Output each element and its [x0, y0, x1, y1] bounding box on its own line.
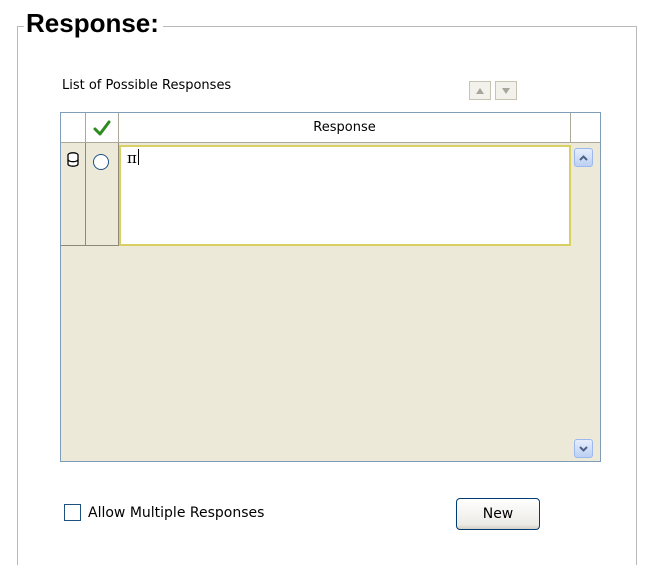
move-down-button[interactable]: [495, 81, 517, 100]
chevron-up-icon: [579, 154, 588, 161]
header-response[interactable]: Response: [119, 113, 571, 143]
allow-multiple-row[interactable]: Allow Multiple Responses: [64, 504, 264, 521]
response-text-input[interactable]: π: [119, 145, 571, 246]
text-caret: [137, 149, 139, 165]
header-correct[interactable]: [86, 113, 119, 143]
arrow-up-icon: [476, 87, 484, 94]
green-checkmark-icon: [93, 120, 111, 135]
new-button-label: New: [482, 506, 514, 522]
header-response-label: Response: [313, 120, 376, 135]
header-selector: [61, 113, 86, 143]
chevron-down-icon: [579, 445, 588, 452]
header-spacer: [571, 113, 600, 143]
vertical-scrollbar[interactable]: [571, 145, 600, 461]
responses-grid: Response π: [60, 112, 601, 462]
database-icon: [67, 152, 79, 167]
arrow-down-icon: [502, 87, 510, 94]
new-button[interactable]: New: [456, 498, 540, 530]
list-label: List of Possible Responses: [62, 78, 232, 93]
allow-multiple-label[interactable]: Allow Multiple Responses: [88, 505, 264, 521]
scroll-up-button[interactable]: [574, 148, 593, 167]
response-text-value: π: [127, 149, 137, 167]
scroll-down-button[interactable]: [574, 439, 593, 458]
correct-radio[interactable]: [93, 154, 109, 170]
allow-multiple-checkbox[interactable]: [64, 504, 81, 521]
group-title: Response:: [24, 8, 163, 38]
move-up-button[interactable]: [469, 81, 491, 100]
